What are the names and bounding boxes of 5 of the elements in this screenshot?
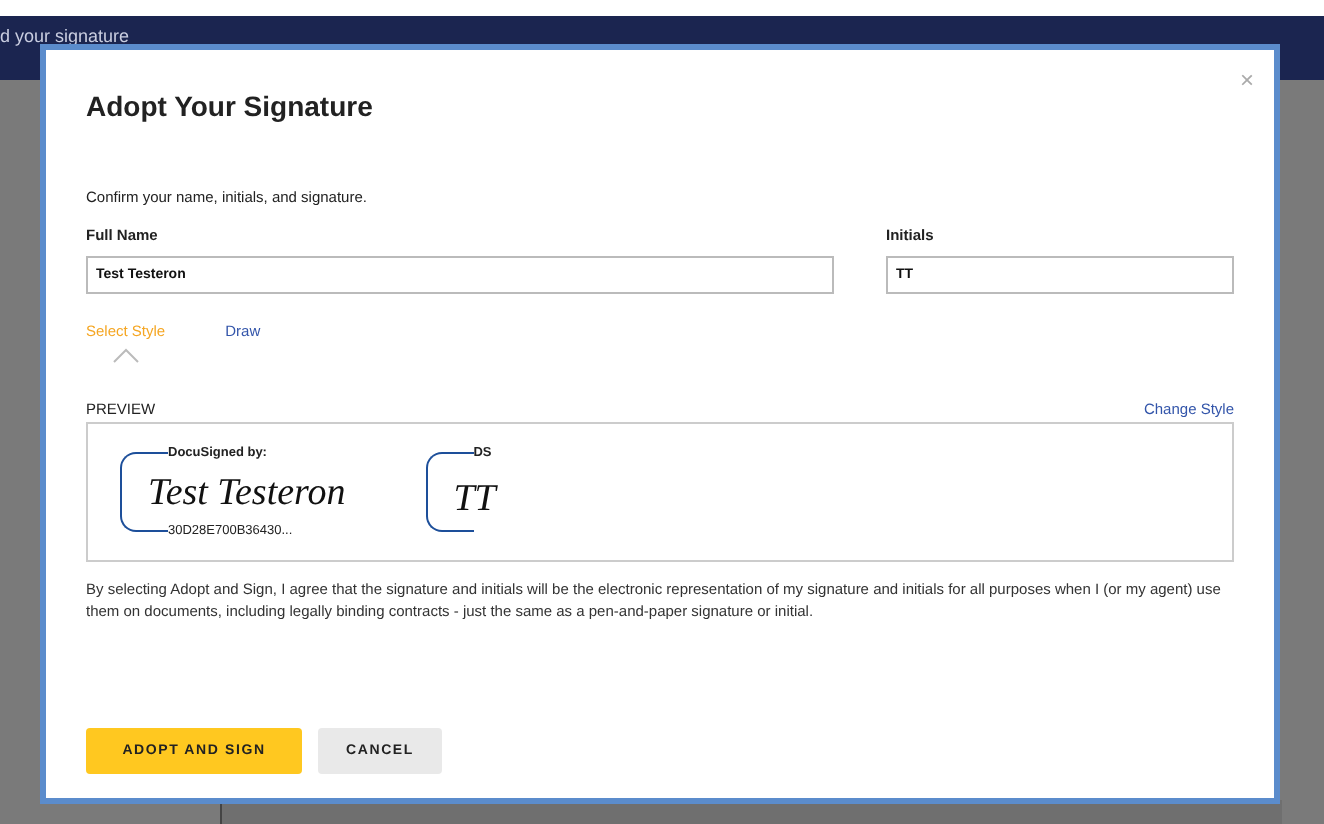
caret-icon: [111, 348, 140, 364]
dialog-title: Adopt Your Signature: [86, 90, 375, 122]
signature-text: Test Testeron: [148, 473, 346, 511]
header-title: d your signature: [0, 26, 130, 46]
initials-text: TT: [453, 480, 496, 518]
